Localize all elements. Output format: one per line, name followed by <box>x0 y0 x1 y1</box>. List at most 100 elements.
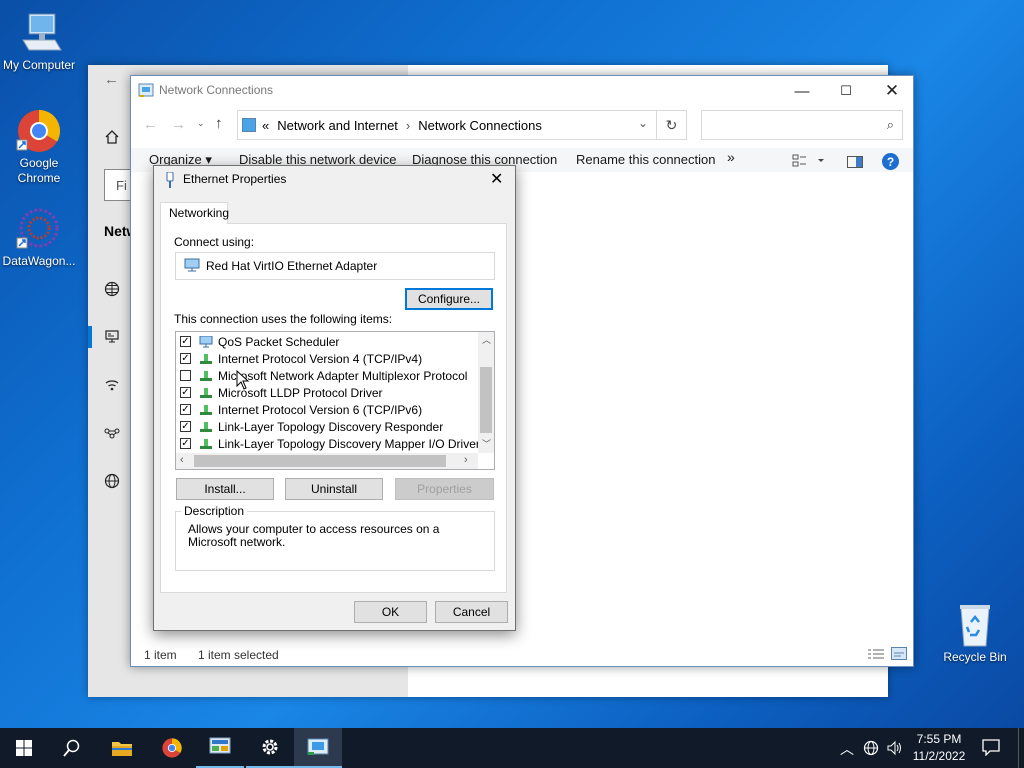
unchecked-checkbox[interactable] <box>180 370 191 381</box>
protocol-list-item[interactable]: ✓ Microsoft LLDP Protocol Driver <box>180 384 383 401</box>
protocol-icon <box>199 404 213 416</box>
cancel-button[interactable]: Cancel <box>435 601 508 623</box>
uninstall-button[interactable]: Uninstall <box>285 478 383 500</box>
back-icon[interactable]: ← <box>143 116 158 133</box>
dialog-title-icon <box>166 171 174 191</box>
desktop-icon-datawagon[interactable]: DataWagon... <box>1 206 77 269</box>
breadcrumb-chevron[interactable]: « <box>262 118 269 133</box>
mouse-cursor <box>236 369 250 393</box>
dialog-close-button[interactable]: ✕ <box>490 169 503 189</box>
items-list[interactable]: ✓ QoS Packet Scheduler ✓ Internet Protocol … <box>175 331 495 470</box>
search-input[interactable]: ⌕ <box>701 110 903 140</box>
checked-checkbox[interactable]: ✓ <box>180 336 191 347</box>
network-folder-icon <box>138 82 154 101</box>
horizontal-scrollbar[interactable]: ‹ › <box>176 453 478 469</box>
large-icons-view-icon[interactable] <box>891 647 907 663</box>
magnifier-icon <box>63 739 80 757</box>
scroll-right-arrow-icon[interactable]: › <box>464 454 468 466</box>
preview-pane-icon[interactable] <box>847 156 863 171</box>
change-view-icon[interactable] <box>792 154 824 171</box>
computer-icon <box>15 10 63 56</box>
breadcrumb-network-and-internet[interactable]: Network and Internet <box>277 118 398 133</box>
description-text: Allows your computer to access resources… <box>188 522 440 549</box>
protocol-list-item[interactable]: ✓ QoS Packet Scheduler <box>180 333 339 350</box>
chrome-taskbar-button[interactable] <box>148 728 196 768</box>
up-arrow-icon[interactable]: ↑ <box>215 115 223 132</box>
breadcrumb-separator: › <box>405 117 411 133</box>
ethernet-icon[interactable] <box>104 329 120 348</box>
protocol-list-item-label: Internet Protocol Version 4 (TCP/IPv4) <box>218 351 423 366</box>
settings-taskbar-button[interactable] <box>246 728 294 768</box>
show-hidden-icons-chevron-icon[interactable]: ︿ <box>840 739 854 759</box>
protocol-icon <box>199 421 213 433</box>
vertical-scrollbar[interactable]: ︿ ﹀ <box>478 332 494 453</box>
network-globe-tray-icon[interactable] <box>863 740 879 759</box>
back-arrow-icon[interactable]: ← <box>104 71 119 88</box>
address-dropdown-icon[interactable]: ⌄ <box>638 116 648 130</box>
show-desktop-button[interactable] <box>1018 728 1024 768</box>
file-explorer-taskbar-button[interactable] <box>98 728 146 768</box>
vpn-icon[interactable] <box>104 425 120 444</box>
ok-button[interactable]: OK <box>354 601 427 623</box>
protocol-list-item[interactable]: ✓ Internet Protocol Version 6 (TCP/IPv6) <box>180 401 422 418</box>
action-center-icon[interactable] <box>982 739 1000 759</box>
desktop-icon-my-computer[interactable]: My Computer <box>1 10 77 73</box>
scroll-left-arrow-icon[interactable]: ‹ <box>180 454 184 466</box>
forward-icon[interactable]: → <box>171 116 186 133</box>
items-label: This connection uses the following items… <box>174 312 393 326</box>
recent-dropdown-icon[interactable]: ⌄ <box>197 118 205 129</box>
chrome-icon <box>15 108 63 154</box>
horizontal-scroll-thumb[interactable] <box>194 455 446 467</box>
checked-checkbox[interactable]: ✓ <box>180 438 191 449</box>
rename-button[interactable]: Rename this connection <box>576 152 715 167</box>
protocol-list-item[interactable]: ✓ Internet Protocol Version 4 (TCP/IPv4) <box>180 350 422 367</box>
control-panel-icon <box>209 737 231 754</box>
scroll-up-arrow-icon[interactable]: ︿ <box>482 333 491 346</box>
maximize-button[interactable]: ☐ <box>823 76 869 106</box>
address-bar[interactable]: « Network and Internet › Network Connect… <box>237 110 657 140</box>
start-button[interactable] <box>0 728 48 768</box>
desktop-icon-chrome[interactable]: Google Chrome <box>1 108 77 186</box>
search-icon: ⌕ <box>886 117 894 132</box>
protocol-list-item[interactable]: ✓ Link-Layer Topology Discovery Responder <box>180 418 443 435</box>
connect-using-label: Connect using: <box>174 235 255 249</box>
proxy-globe-icon[interactable] <box>104 473 120 492</box>
search-taskbar-button[interactable] <box>48 728 96 768</box>
protocol-list-item[interactable]: ✓ Link-Layer Topology Discovery Mapper I/… <box>180 435 480 452</box>
close-button[interactable]: ✕ <box>869 76 915 106</box>
globe-status-icon[interactable] <box>104 281 120 300</box>
configure-button[interactable]: Configure... <box>405 288 493 310</box>
protocol-list-item[interactable]: Microsoft Network Adapter Multiplexor Pr… <box>180 367 467 384</box>
window-title: Network Connections <box>159 83 274 97</box>
datawagon-icon <box>15 206 63 252</box>
scroll-down-arrow-icon[interactable]: ﹀ <box>482 437 491 450</box>
checked-checkbox[interactable]: ✓ <box>180 421 191 432</box>
install-button[interactable]: Install... <box>176 478 274 500</box>
details-view-icon[interactable] <box>868 648 884 663</box>
clock-date[interactable]: 11/2/2022 <box>904 749 974 763</box>
properties-button[interactable]: Properties <box>395 478 494 500</box>
checked-checkbox[interactable]: ✓ <box>180 353 191 364</box>
gear-icon <box>262 739 278 755</box>
dialup-icon[interactable] <box>104 377 120 396</box>
minimize-button[interactable]: — <box>779 76 825 106</box>
breadcrumb-network-connections[interactable]: Network Connections <box>418 118 542 133</box>
network-connections-taskbar-button[interactable] <box>294 728 342 768</box>
control-panel-taskbar-button[interactable] <box>196 728 244 768</box>
more-commands-button[interactable]: » <box>727 149 735 165</box>
tab-networking[interactable]: Networking <box>160 202 229 224</box>
ethernet-properties-dialog[interactable]: Ethernet Properties ✕ Networking Connect… <box>153 165 516 631</box>
vertical-scroll-thumb[interactable] <box>480 367 492 433</box>
protocol-list-item-label: Link-Layer Topology Discovery Mapper I/O… <box>218 436 480 451</box>
dialog-title: Ethernet Properties <box>183 172 287 186</box>
home-icon[interactable] <box>104 129 120 148</box>
status-item-count: 1 item <box>144 648 177 662</box>
checked-checkbox[interactable]: ✓ <box>180 387 191 398</box>
desktop-icon-recycle-bin[interactable]: Recycle Bin <box>937 602 1013 665</box>
checked-checkbox[interactable]: ✓ <box>180 404 191 415</box>
refresh-button[interactable]: ↻ <box>657 110 687 140</box>
help-icon[interactable]: ? <box>882 153 899 170</box>
volume-tray-icon[interactable] <box>886 740 902 759</box>
windows-logo-icon <box>16 740 32 756</box>
clock-time[interactable]: 7:55 PM <box>904 732 974 746</box>
